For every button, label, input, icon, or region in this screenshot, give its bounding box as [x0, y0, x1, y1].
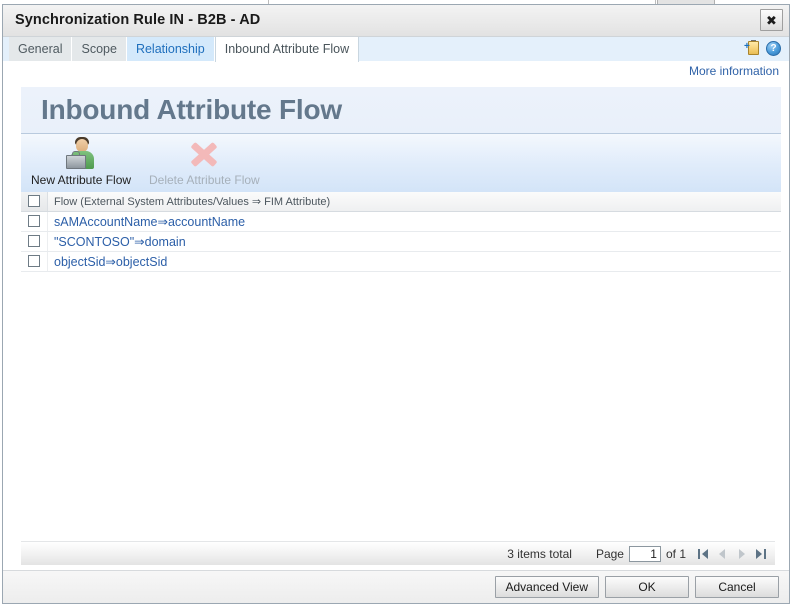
- new-attribute-flow-button[interactable]: New Attribute Flow: [31, 136, 131, 187]
- first-page-arrow: [702, 549, 708, 559]
- previous-page-icon[interactable]: [716, 547, 729, 560]
- row-checkbox[interactable]: [28, 235, 40, 247]
- grid-header: Flow (External System Attributes/Values …: [21, 192, 781, 212]
- row-flow-cell: "SCONTOSO"⇒domain: [47, 231, 781, 252]
- briefcase-icon: [66, 155, 87, 169]
- row-flow-cell: objectSid⇒objectSid: [47, 251, 781, 272]
- attribute-flow-grid: Flow (External System Attributes/Values …: [21, 192, 781, 272]
- previous-page-arrow: [719, 549, 725, 559]
- select-all-checkbox[interactable]: [28, 195, 40, 208]
- page-navigator: Page of 1: [595, 545, 767, 562]
- table-row[interactable]: "SCONTOSO"⇒domain: [21, 231, 781, 252]
- tab-bar: General Scope Relationship Inbound Attri…: [3, 37, 789, 62]
- last-page-bar: [764, 549, 766, 559]
- page-nav-buttons: [697, 547, 767, 560]
- column-header-flow-label: Flow (External System Attributes/Values …: [54, 195, 331, 208]
- new-attribute-flow-label: New Attribute Flow: [31, 173, 132, 187]
- tab-scope[interactable]: Scope: [72, 37, 127, 61]
- delete-x-icon: [186, 136, 222, 172]
- last-page-arrow: [756, 549, 762, 559]
- grid-pager: 3 items total Page of 1: [21, 541, 775, 565]
- flow-link[interactable]: "SCONTOSO"⇒domain: [48, 235, 186, 249]
- row-checkbox[interactable]: [28, 255, 40, 267]
- flow-link[interactable]: sAMAccountName⇒accountName: [48, 215, 245, 229]
- items-total-label: 3 items total: [507, 546, 572, 561]
- column-header-flow: Flow (External System Attributes/Values …: [47, 192, 781, 212]
- grid-header-row: Flow (External System Attributes/Values …: [21, 192, 781, 212]
- dialog-footer: Advanced View OK Cancel: [3, 570, 789, 603]
- content-panel: Inbound Attribute Flow New Attribute Flo…: [21, 87, 781, 597]
- first-page-bar: [698, 549, 700, 559]
- add-note-icon[interactable]: +: [744, 40, 759, 56]
- new-attribute-flow-icon: [63, 136, 99, 172]
- page-of-label: of 1: [665, 546, 686, 561]
- last-page-icon[interactable]: [754, 547, 767, 560]
- first-page-icon[interactable]: [697, 547, 710, 560]
- page-number-input[interactable]: [628, 545, 661, 562]
- close-icon[interactable]: ✖: [760, 9, 783, 31]
- row-flow-cell: sAMAccountName⇒accountName: [47, 211, 781, 232]
- grid-body: sAMAccountName⇒accountName "SCONTOSO"⇒do…: [21, 211, 781, 272]
- table-row[interactable]: sAMAccountName⇒accountName: [21, 211, 781, 232]
- help-icon[interactable]: ?: [766, 41, 781, 56]
- ok-button[interactable]: OK: [605, 576, 689, 598]
- tab-general[interactable]: General: [9, 37, 73, 61]
- row-select-cell: [21, 251, 48, 272]
- row-checkbox[interactable]: [28, 215, 40, 227]
- row-select-cell: [21, 211, 48, 232]
- tab-inbound-attribute-flow[interactable]: Inbound Attribute Flow: [214, 37, 360, 62]
- select-all-cell: [21, 192, 48, 212]
- tab-bar-icons: + ?: [744, 40, 781, 56]
- row-select-cell: [21, 231, 48, 252]
- dialog-title: Synchronization Rule IN - B2B - AD: [15, 12, 261, 28]
- more-information-link[interactable]: More information: [689, 64, 779, 78]
- page-header: Inbound Attribute Flow: [21, 87, 781, 134]
- page-label: Page: [595, 546, 624, 561]
- flow-link[interactable]: objectSid⇒objectSid: [48, 255, 167, 269]
- attribute-flow-toolbar: New Attribute Flow Delete Attribute Flow: [21, 134, 781, 192]
- page-title: Inbound Attribute Flow: [41, 94, 342, 125]
- tab-relationship[interactable]: Relationship: [126, 37, 215, 61]
- delete-attribute-flow-button[interactable]: Delete Attribute Flow: [149, 136, 260, 187]
- next-page-arrow: [739, 549, 745, 559]
- dialog-body: Inbound Attribute Flow New Attribute Flo…: [3, 81, 789, 603]
- synchronization-rule-dialog: Synchronization Rule IN - B2B - AD ✖ Gen…: [2, 4, 790, 604]
- advanced-view-button[interactable]: Advanced View: [494, 576, 599, 598]
- more-information-bar: More information: [3, 62, 789, 81]
- cancel-button[interactable]: Cancel: [695, 576, 779, 598]
- table-row[interactable]: objectSid⇒objectSid: [21, 251, 781, 272]
- note-plus: +: [744, 41, 750, 52]
- dialog-titlebar: Synchronization Rule IN - B2B - AD ✖: [3, 5, 789, 37]
- delete-attribute-flow-label: Delete Attribute Flow: [149, 173, 260, 187]
- next-page-icon[interactable]: [735, 547, 748, 560]
